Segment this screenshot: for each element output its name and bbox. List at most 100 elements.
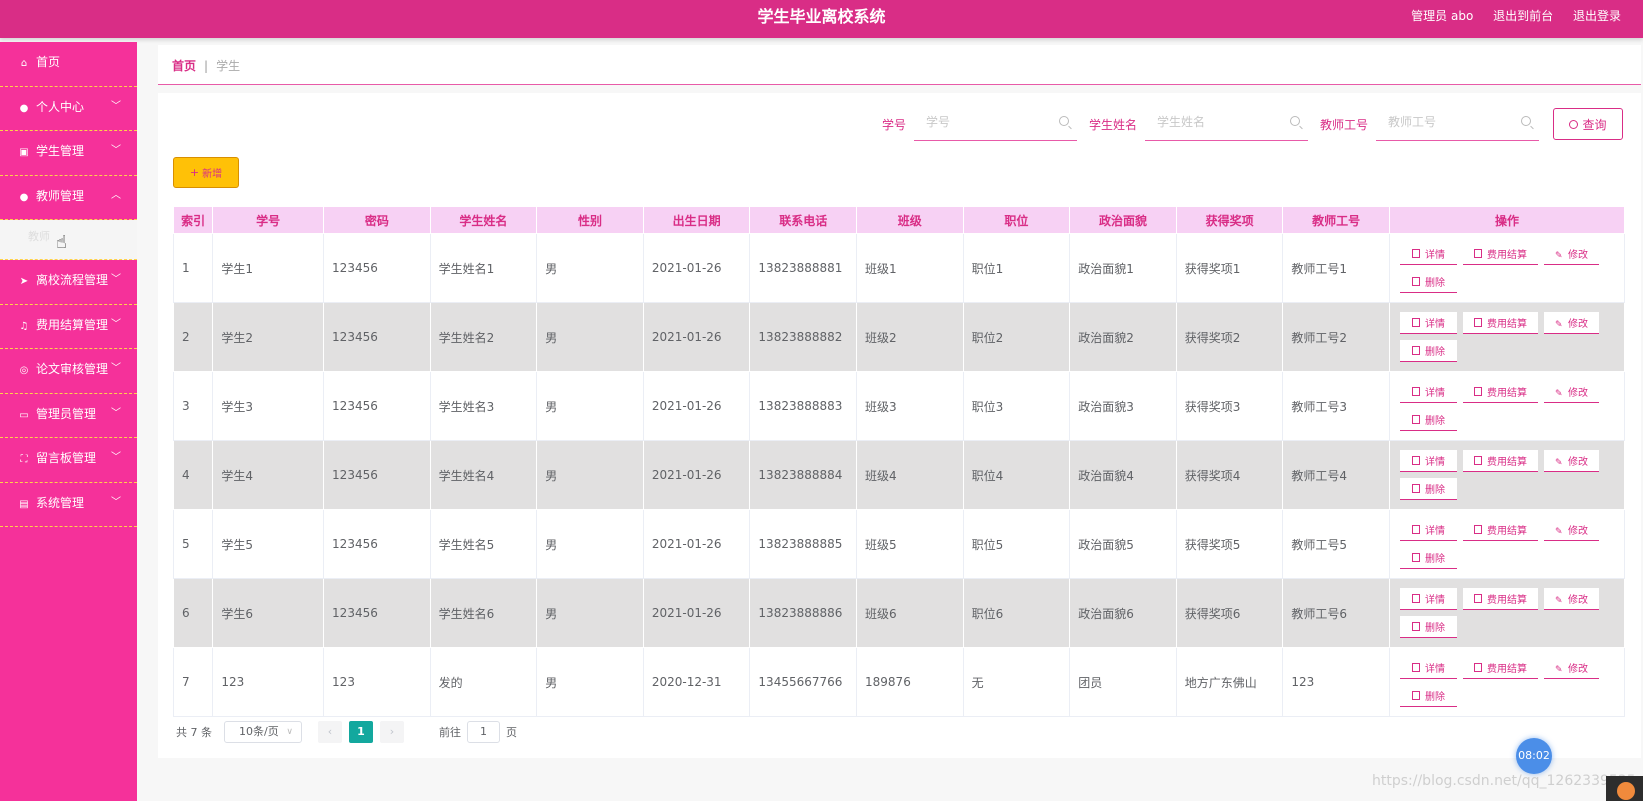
sidebar-item-leaving-process[interactable]: ➤ 离校流程管理 ﹀ bbox=[0, 260, 137, 305]
breadcrumb-home[interactable]: 首页 bbox=[172, 59, 196, 73]
add-button-label: 新增 bbox=[202, 169, 223, 180]
fee-settlement-button[interactable]: 费用结算 bbox=[1462, 519, 1538, 541]
submenu-teacher[interactable]: 教师 bbox=[0, 220, 137, 260]
detail-button[interactable]: 详情 bbox=[1399, 243, 1457, 265]
sidebar-item-message-board[interactable]: ⛶ 留言板管理 ﹀ bbox=[0, 438, 137, 483]
doc-icon bbox=[1473, 249, 1482, 258]
breadcrumb: 首页 | 学生 bbox=[158, 45, 1641, 85]
edit-button-label: 修改 bbox=[1567, 250, 1588, 261]
exit-to-front-link[interactable]: 退出到前台 bbox=[1493, 9, 1553, 23]
chat-icon: ▭ bbox=[19, 409, 29, 421]
chevron-down-icon: ﹀ bbox=[111, 274, 121, 285]
detail-button[interactable]: 详情 bbox=[1399, 519, 1457, 541]
edit-button-label: 修改 bbox=[1567, 388, 1588, 399]
table-cell: 学生姓名1 bbox=[429, 233, 538, 303]
table-cell: 学生5 bbox=[212, 509, 325, 579]
table-cell: 无 bbox=[962, 647, 1071, 717]
table-cell: 7 bbox=[172, 647, 214, 717]
chevron-down-icon: ﹀ bbox=[111, 496, 121, 508]
sidebar-item-system-management[interactable]: ▤ 系统管理 ﹀ bbox=[0, 483, 137, 527]
table-cell: 学生6 bbox=[212, 578, 325, 648]
table-cell: 政治面貌5 bbox=[1069, 509, 1177, 579]
doc-icon bbox=[1473, 663, 1482, 672]
delete-button-label: 删除 bbox=[1424, 416, 1445, 427]
column-header: 学号 bbox=[212, 206, 325, 234]
table-cell: 3 bbox=[172, 371, 214, 441]
detail-button-label: 详情 bbox=[1424, 595, 1445, 606]
fee-settlement-button-label: 费用结算 bbox=[1486, 388, 1527, 399]
edit-button[interactable]: 修改 bbox=[1543, 381, 1599, 403]
detail-button[interactable]: 详情 bbox=[1399, 381, 1457, 403]
detail-button-label: 详情 bbox=[1424, 526, 1445, 537]
student-name-input[interactable] bbox=[1144, 107, 1308, 137]
delete-button[interactable]: 删除 bbox=[1399, 478, 1457, 500]
sidebar-item-fee-settlement[interactable]: ♫ 费用结算管理 ﹀ bbox=[0, 305, 137, 349]
delete-button[interactable]: 删除 bbox=[1399, 685, 1457, 707]
row-actions: 详情 费用结算 修改删除 bbox=[1388, 578, 1626, 648]
table-cell: 13823888881 bbox=[749, 233, 858, 303]
edit-button[interactable]: 修改 bbox=[1543, 519, 1599, 541]
submenu-item-teacher[interactable]: 教师 bbox=[0, 220, 137, 254]
doc-icon bbox=[1473, 594, 1482, 603]
table-cell: 政治面貌1 bbox=[1069, 233, 1177, 303]
prev-page-button[interactable]: ‹ bbox=[318, 721, 342, 743]
sidebar-item-admin-management[interactable]: ▭ 管理员管理 ﹀ bbox=[0, 394, 137, 438]
add-button[interactable]: + 新增 bbox=[173, 157, 239, 188]
detail-button[interactable]: 详情 bbox=[1399, 588, 1457, 610]
detail-button[interactable]: 详情 bbox=[1399, 657, 1457, 679]
edit-button[interactable]: 修改 bbox=[1543, 657, 1599, 679]
table-cell: 123456 bbox=[323, 302, 431, 372]
delete-button[interactable]: 删除 bbox=[1399, 271, 1457, 293]
delete-button[interactable]: 删除 bbox=[1399, 409, 1457, 431]
table-cell: 教师工号5 bbox=[1282, 509, 1390, 579]
fee-settlement-button[interactable]: 费用结算 bbox=[1462, 243, 1538, 265]
delete-button[interactable]: 删除 bbox=[1399, 616, 1457, 638]
edit-button[interactable]: 修改 bbox=[1543, 312, 1599, 334]
clock-badge: 08:02 bbox=[1516, 738, 1552, 774]
table-cell: 123 bbox=[323, 647, 431, 717]
table-cell: 123456 bbox=[323, 509, 431, 579]
edit-button[interactable]: 修改 bbox=[1543, 450, 1599, 472]
send-icon: ➤ bbox=[19, 276, 29, 287]
chevron-down-icon: ﹀ bbox=[111, 318, 121, 330]
doc-icon bbox=[1411, 318, 1420, 327]
goto-page-input[interactable]: 1 bbox=[467, 721, 500, 743]
query-button[interactable]: 查询 bbox=[1553, 108, 1623, 140]
fee-settlement-button[interactable]: 费用结算 bbox=[1462, 312, 1538, 334]
sidebar-item-personal-center[interactable]: ● 个人中心 ﹀ bbox=[0, 87, 137, 131]
fee-settlement-button[interactable]: 费用结算 bbox=[1462, 381, 1538, 403]
home-icon: ⌂ bbox=[20, 58, 28, 69]
page-number-current[interactable]: 1 bbox=[349, 721, 373, 743]
pencil-icon bbox=[1555, 595, 1563, 603]
page-size-select[interactable]: 10条/页 ∨ bbox=[224, 721, 302, 743]
plus-icon: + bbox=[189, 166, 200, 179]
delete-button[interactable]: 删除 bbox=[1399, 340, 1457, 362]
goto-label: 前往 bbox=[439, 726, 461, 739]
fee-settlement-button-label: 费用结算 bbox=[1486, 595, 1527, 606]
edit-button[interactable]: 修改 bbox=[1543, 588, 1599, 610]
student-no-input[interactable] bbox=[913, 107, 1077, 137]
sidebar-item-home[interactable]: ⌂ 首页 bbox=[0, 42, 137, 87]
delete-button-label: 删除 bbox=[1424, 554, 1445, 565]
table-cell: 男 bbox=[536, 509, 644, 579]
detail-button[interactable]: 详情 bbox=[1399, 312, 1457, 334]
table-cell: 获得奖项2 bbox=[1175, 302, 1284, 372]
table-cell: 123456 bbox=[323, 233, 431, 303]
detail-button[interactable]: 详情 bbox=[1399, 450, 1457, 472]
bell-icon: ♫ bbox=[19, 320, 29, 332]
sidebar-item-teacher-management[interactable]: ● 教师管理 ︿ bbox=[0, 176, 137, 220]
next-page-button[interactable]: › bbox=[380, 721, 404, 743]
sidebar-item-thesis-review[interactable]: ◎ 论文审核管理 ﹀ bbox=[0, 349, 137, 394]
pencil-icon bbox=[1555, 250, 1563, 258]
edit-button[interactable]: 修改 bbox=[1543, 243, 1599, 265]
table-header-row: 索引 学号 密码 学生姓名 性别 出生日期 联系电话 班级 职位 政治面貌 获得… bbox=[172, 206, 1626, 234]
fee-settlement-button[interactable]: 费用结算 bbox=[1462, 588, 1538, 610]
delete-button[interactable]: 删除 bbox=[1399, 547, 1457, 569]
doc-icon bbox=[1473, 456, 1482, 465]
table-cell: 学生2 bbox=[212, 302, 325, 372]
fee-settlement-button[interactable]: 费用结算 bbox=[1462, 657, 1538, 679]
teacher-no-input[interactable] bbox=[1376, 107, 1539, 137]
fee-settlement-button[interactable]: 费用结算 bbox=[1462, 450, 1538, 472]
sidebar-item-student-management[interactable]: ▣ 学生管理 ﹀ bbox=[0, 131, 137, 176]
logout-link[interactable]: 退出登录 bbox=[1573, 9, 1621, 23]
